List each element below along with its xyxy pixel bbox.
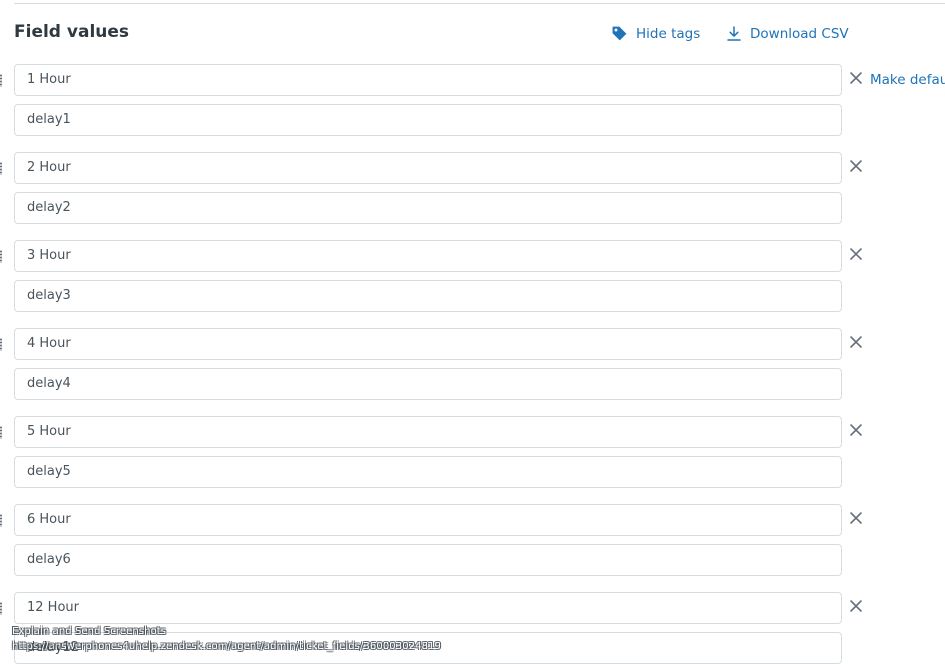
value-tag-input[interactable]: delay4 (14, 368, 842, 400)
value-tag-input[interactable]: delay3 (14, 280, 842, 312)
field-value-row: 6 Hour delay6 (0, 504, 945, 576)
value-tag-input[interactable]: delay5 (14, 456, 842, 488)
top-divider (14, 3, 945, 4)
remove-icon[interactable] (849, 247, 863, 261)
drag-handle-icon[interactable] (0, 602, 2, 615)
hide-tags-link[interactable]: Hide tags (611, 25, 700, 42)
make-default-link[interactable]: Make default (870, 72, 945, 88)
drag-handle-icon[interactable] (0, 162, 2, 175)
field-value-row: 12 Hour delay12 (0, 592, 945, 664)
field-value-row: 3 Hour delay3 (0, 240, 945, 312)
drag-handle-icon[interactable] (0, 74, 2, 87)
remove-icon[interactable] (849, 423, 863, 437)
value-name-input[interactable]: 4 Hour (14, 328, 842, 360)
value-name-input[interactable]: 1 Hour (14, 64, 842, 96)
value-name-input[interactable]: 5 Hour (14, 416, 842, 448)
field-value-row: 5 Hour delay5 (0, 416, 945, 488)
tag-icon (611, 25, 628, 42)
remove-icon[interactable] (849, 335, 863, 349)
remove-icon[interactable] (849, 511, 863, 525)
drag-handle-icon[interactable] (0, 514, 2, 527)
field-value-row: 4 Hour delay4 (0, 328, 945, 400)
remove-icon[interactable] (849, 599, 863, 613)
section-title: Field values (14, 22, 130, 42)
remove-icon[interactable] (849, 159, 863, 173)
value-name-input[interactable]: 2 Hour (14, 152, 842, 184)
value-tag-input[interactable]: delay1 (14, 104, 842, 136)
hide-tags-label: Hide tags (636, 25, 701, 42)
download-csv-link[interactable]: Download CSV (726, 25, 849, 42)
download-csv-label: Download CSV (750, 25, 849, 42)
field-value-row: 1 Hour delay1 Make default (0, 64, 945, 136)
drag-handle-icon[interactable] (0, 250, 2, 263)
field-value-row: 2 Hour delay2 (0, 152, 945, 224)
value-name-input[interactable]: 12 Hour (14, 592, 842, 624)
remove-icon[interactable] (849, 71, 863, 85)
value-tag-input[interactable]: delay12 (14, 632, 842, 664)
value-name-input[interactable]: 6 Hour (14, 504, 842, 536)
value-name-input[interactable]: 3 Hour (14, 240, 842, 272)
drag-handle-icon[interactable] (0, 338, 2, 351)
value-tag-input[interactable]: delay6 (14, 544, 842, 576)
download-icon (726, 25, 742, 42)
value-tag-input[interactable]: delay2 (14, 192, 842, 224)
drag-handle-icon[interactable] (0, 426, 2, 439)
